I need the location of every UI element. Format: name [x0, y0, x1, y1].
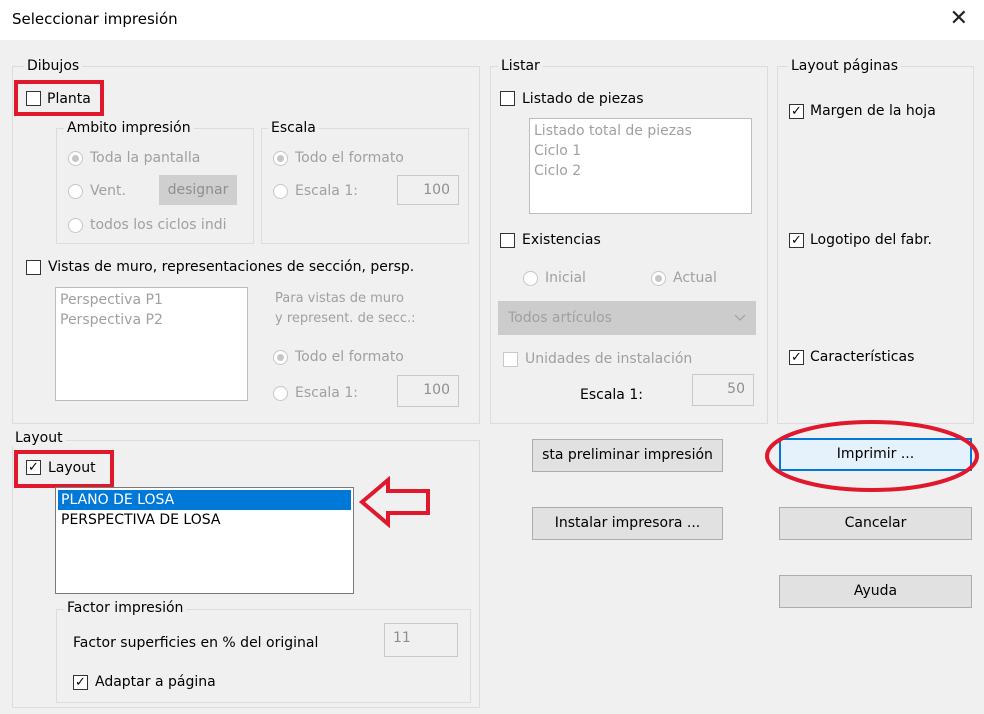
todos-ciclos-radio[interactable]: [68, 218, 83, 233]
instalar-impresora-button[interactable]: Instalar impresora ...: [532, 507, 723, 540]
todo-formato-label: Todo el formato: [295, 150, 404, 166]
toda-pantalla-label: Toda la pantalla: [90, 150, 201, 166]
factor-label: Factor superficies en % del original: [73, 635, 319, 651]
vistas-note-line1: Para vistas de muro: [275, 291, 405, 306]
inicial-radio[interactable]: [523, 271, 538, 286]
unidades-label: Unidades de instalación: [525, 351, 693, 367]
cancelar-button[interactable]: Cancelar: [779, 507, 972, 540]
listado-list[interactable]: Listado total de piezas Ciclo 1 Ciclo 2: [529, 118, 752, 214]
inicial-label: Inicial: [545, 270, 586, 286]
list-item[interactable]: Perspectiva P2: [60, 310, 243, 330]
dialog-title: Seleccionar impresión: [12, 10, 178, 28]
escala-group-label: Escala: [268, 120, 319, 136]
vistas-escala-field[interactable]: 100: [397, 375, 459, 407]
ambito-group-label: Ambito impresión: [64, 120, 194, 136]
listado-checkbox[interactable]: [500, 91, 515, 106]
unidades-checkbox[interactable]: [503, 352, 518, 367]
articulos-dropdown-value: Todos artículos: [508, 310, 612, 326]
adaptar-checkbox[interactable]: ✓: [73, 675, 88, 690]
escala-label: Escala 1:: [295, 183, 358, 199]
list-item-selected[interactable]: PLANO DE LOSA: [58, 490, 351, 510]
vent-label: Vent.: [90, 183, 126, 199]
annotation-box-layout: [14, 450, 114, 488]
print-dialog: Seleccionar impresión ✕ Dibujos Planta A…: [0, 0, 984, 714]
todos-ciclos-label: todos los ciclos indi: [90, 217, 227, 233]
vistas-escala-label: Escala 1:: [295, 385, 358, 401]
vent-radio[interactable]: [68, 184, 83, 199]
margen-label: Margen de la hoja: [810, 103, 936, 119]
annotation-ellipse: [765, 420, 979, 492]
todo-formato-radio[interactable]: [273, 151, 288, 166]
vistas-todo-formato-label: Todo el formato: [295, 349, 404, 365]
vistas-list[interactable]: Perspectiva P1 Perspectiva P2: [55, 287, 248, 401]
listar-escala-field[interactable]: 50: [692, 374, 754, 406]
factor-field[interactable]: 11: [384, 623, 458, 657]
list-item[interactable]: PERSPECTIVA DE LOSA: [58, 510, 351, 530]
layout-paginas-group-label: Layout páginas: [788, 58, 902, 74]
margen-checkbox[interactable]: ✓: [789, 104, 804, 119]
caracteristicas-checkbox[interactable]: ✓: [789, 350, 804, 365]
vistas-todo-formato-radio[interactable]: [273, 350, 288, 365]
factor-group-label: Factor impresión: [64, 600, 187, 616]
vistas-escala-radio[interactable]: [273, 386, 288, 401]
list-item[interactable]: Listado total de piezas: [534, 121, 747, 141]
listar-group-label: Listar: [498, 58, 543, 74]
vistas-note-line2: y represent. de secc.:: [275, 311, 416, 326]
layout-list[interactable]: PLANO DE LOSA PERSPECTIVA DE LOSA: [55, 487, 354, 594]
logotipo-label: Logotipo del fabr.: [810, 232, 933, 248]
list-item[interactable]: Ciclo 1: [534, 141, 747, 161]
caracteristicas-label: Características: [810, 349, 915, 365]
escala-field[interactable]: 100: [397, 175, 459, 205]
annotation-box-planta: [14, 80, 104, 116]
toda-pantalla-radio[interactable]: [68, 151, 83, 166]
escala-radio[interactable]: [273, 184, 288, 199]
actual-label: Actual: [673, 270, 717, 286]
layout-group-label: Layout: [12, 430, 66, 446]
actual-radio[interactable]: [651, 271, 666, 286]
list-item[interactable]: Perspectiva P1: [60, 290, 243, 310]
existencias-label: Existencias: [522, 232, 601, 248]
articulos-dropdown[interactable]: Todos artículos: [498, 301, 756, 335]
adaptar-label: Adaptar a página: [95, 674, 216, 690]
ayuda-button[interactable]: Ayuda: [779, 575, 972, 608]
close-icon[interactable]: ✕: [950, 6, 968, 31]
dibujos-group-label: Dibujos: [24, 58, 83, 74]
logotipo-checkbox[interactable]: ✓: [789, 233, 804, 248]
annotation-arrow-icon: [358, 476, 430, 528]
vista-preliminar-button[interactable]: sta preliminar impresión: [532, 439, 723, 472]
existencias-checkbox[interactable]: [500, 233, 515, 248]
designar-button[interactable]: designar: [159, 175, 237, 205]
listar-escala-label: Escala 1:: [580, 387, 643, 403]
list-item[interactable]: Ciclo 2: [534, 161, 747, 181]
listado-label: Listado de piezas: [522, 91, 644, 107]
chevron-down-icon: [734, 314, 746, 321]
title-bar: Seleccionar impresión ✕: [0, 0, 984, 40]
vistas-label: Vistas de muro, representaciones de secc…: [48, 259, 415, 275]
vistas-checkbox[interactable]: [26, 260, 41, 275]
